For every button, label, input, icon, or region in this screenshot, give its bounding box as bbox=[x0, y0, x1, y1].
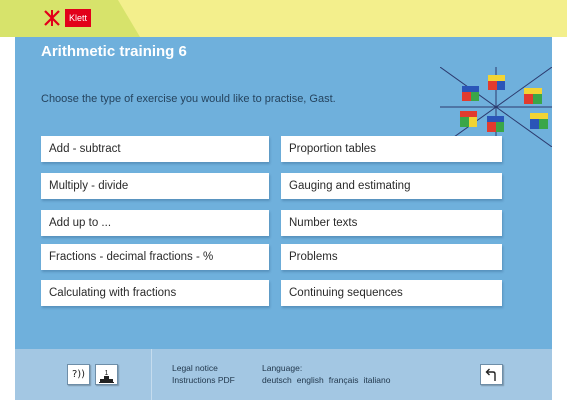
klett-logo: Klett bbox=[42, 8, 92, 28]
footer-bar: ?)) 1 Legal notice Instructions PDF Lang… bbox=[15, 349, 552, 400]
klett-logo-icon bbox=[44, 10, 60, 26]
language-label: Language: bbox=[262, 363, 303, 373]
ranking-button[interactable]: 1 bbox=[95, 364, 118, 385]
exercise-multiply-divide-button[interactable]: Multiply - divide bbox=[41, 173, 269, 199]
podium-rank-label: 1 bbox=[105, 370, 109, 377]
page-margin-bottom bbox=[0, 400, 567, 414]
exercise-continuing-sequences-button[interactable]: Continuing sequences bbox=[281, 280, 502, 306]
cube-left bbox=[462, 86, 479, 101]
page-title: Arithmetic training 6 bbox=[41, 43, 187, 60]
page-margin-right bbox=[552, 37, 567, 400]
back-button[interactable] bbox=[480, 364, 503, 385]
colored-cubes-decoration-icon bbox=[440, 67, 552, 147]
instructions-pdf-link[interactable]: Instructions PDF bbox=[172, 375, 235, 386]
exercise-calculating-fractions-button[interactable]: Calculating with fractions bbox=[41, 280, 269, 306]
language-deutsch[interactable]: deutsch bbox=[262, 375, 292, 386]
exercise-fractions-button[interactable]: Fractions - decimal fractions - % bbox=[41, 244, 269, 270]
exercise-gauging-estimating-button[interactable]: Gauging and estimating bbox=[281, 173, 502, 199]
language-francais[interactable]: français bbox=[329, 375, 359, 386]
footer-divider bbox=[151, 349, 152, 400]
top-bar: Klett bbox=[0, 0, 567, 37]
cube-lower-left bbox=[460, 111, 477, 127]
language-italiano[interactable]: italiano bbox=[363, 375, 390, 386]
page-margin-left bbox=[0, 37, 15, 400]
legal-notice-link[interactable]: Legal notice bbox=[172, 363, 218, 374]
audio-help-icon: ?)) bbox=[71, 369, 86, 380]
audio-help-button[interactable]: ?)) bbox=[67, 364, 90, 385]
back-arrow-icon bbox=[485, 368, 496, 381]
language-options: deutsch english français italiano bbox=[262, 375, 390, 386]
cube-lower-right bbox=[530, 113, 548, 129]
cube-top bbox=[488, 75, 505, 90]
cube-lower-middle bbox=[487, 116, 504, 132]
exercise-proportion-tables-button[interactable]: Proportion tables bbox=[281, 136, 502, 162]
exercise-problems-button[interactable]: Problems bbox=[281, 244, 502, 270]
main-panel: Arithmetic training 6 Choose the type of… bbox=[15, 37, 552, 400]
podium-icon: 1 bbox=[99, 370, 114, 383]
language-english[interactable]: english bbox=[297, 375, 324, 386]
instruction-text: Choose the type of exercise you would li… bbox=[41, 93, 336, 105]
klett-logo-text: Klett bbox=[65, 9, 92, 27]
exercise-number-texts-button[interactable]: Number texts bbox=[281, 210, 502, 236]
cube-right bbox=[524, 88, 542, 104]
exercise-add-up-to-button[interactable]: Add up to ... bbox=[41, 210, 269, 236]
exercise-add-subtract-button[interactable]: Add - subtract bbox=[41, 136, 269, 162]
